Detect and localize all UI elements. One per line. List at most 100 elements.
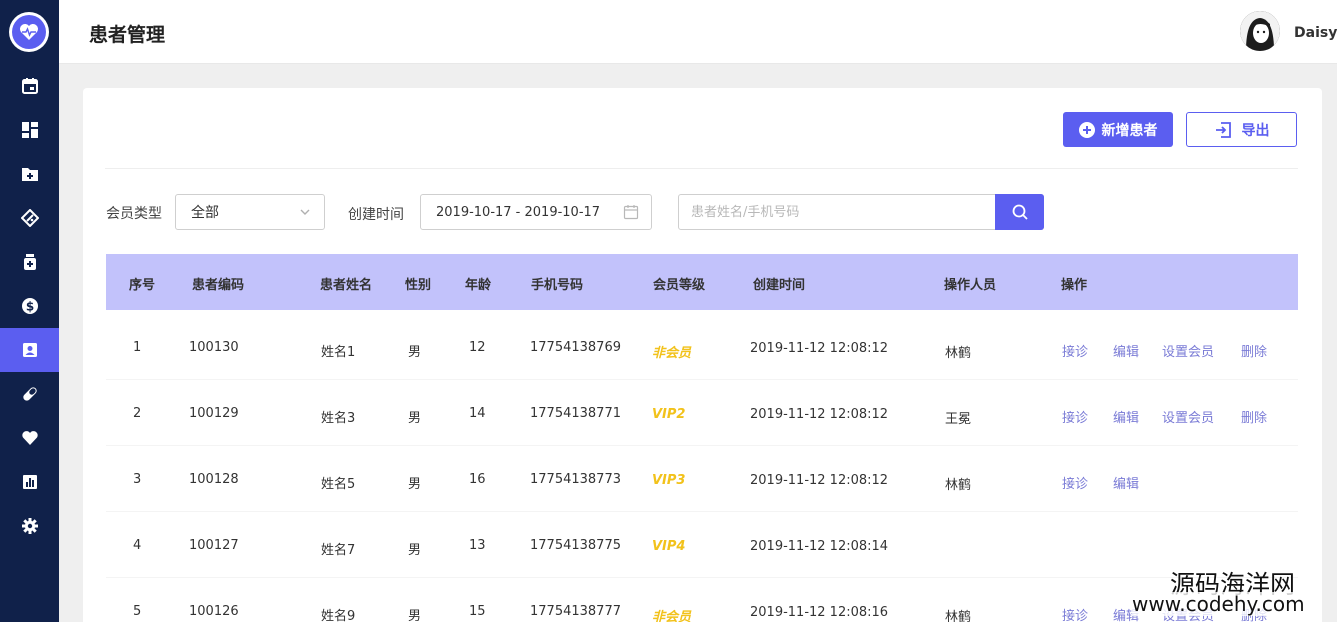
svg-text:$: $ [25, 300, 33, 314]
cell-age: 12 [469, 340, 486, 355]
sidebar-item-calendar[interactable] [0, 64, 59, 108]
watermark-url: www.codehy.com [1132, 592, 1305, 616]
table-row: 3 100128 姓名5 男 16 17754138773 VIP3 2019-… [106, 446, 1298, 512]
column-header-operator: 操作人员 [944, 278, 997, 293]
cell-phone: 17754138773 [530, 472, 621, 487]
cell-created: 2019-11-12 12:08:12 [750, 473, 889, 488]
user-avatar-icon [1240, 11, 1280, 51]
sidebar-item-tag[interactable] [0, 196, 59, 240]
cell-phone: 17754138769 [530, 340, 621, 355]
export-label: 导出 [1241, 122, 1270, 139]
divider [105, 168, 1298, 169]
cell-gender: 男 [408, 345, 422, 360]
action-set-member[interactable]: 设置会员 [1162, 341, 1214, 360]
search-icon [1012, 204, 1028, 220]
cell-operator: 林鹤 [945, 478, 972, 493]
sidebar: $ [0, 0, 59, 622]
heart-icon [21, 431, 38, 445]
avatar[interactable] [1240, 11, 1280, 51]
cell-member-level: VIP3 [652, 473, 686, 488]
search-box [678, 194, 1044, 230]
cell-code: 100129 [189, 406, 239, 421]
action-delete[interactable]: 删除 [1241, 341, 1267, 360]
action-edit[interactable]: 编辑 [1113, 341, 1139, 360]
member-type-value: 全部 [191, 205, 219, 221]
gear-icon [21, 518, 38, 534]
column-header-age: 年龄 [465, 278, 492, 293]
cell-index: 4 [133, 538, 142, 553]
page-title: 患者管理 [89, 24, 166, 46]
tag-icon [20, 209, 39, 227]
cell-gender: 男 [408, 609, 422, 622]
action-set-member[interactable]: 设置会员 [1162, 407, 1214, 426]
cell-index: 5 [133, 604, 142, 619]
cell-created: 2019-11-12 12:08:14 [750, 539, 889, 554]
cell-gender: 男 [408, 543, 422, 558]
sidebar-item-dashboard[interactable] [0, 108, 59, 152]
cell-age: 15 [469, 604, 486, 619]
search-input[interactable] [679, 195, 995, 229]
heart-pulse-logo-icon [12, 15, 46, 49]
pill-icon [22, 387, 37, 401]
sidebar-item-finance[interactable]: $ [0, 284, 59, 328]
sidebar-item-medicine[interactable] [0, 240, 59, 284]
cell-index: 1 [133, 340, 142, 355]
sidebar-item-statistics[interactable] [0, 460, 59, 504]
column-header-phone: 手机号码 [531, 278, 584, 293]
search-button[interactable] [995, 194, 1044, 230]
cell-code: 100127 [189, 538, 239, 553]
cell-code: 100128 [189, 472, 239, 487]
export-button[interactable]: 导出 [1186, 112, 1297, 147]
calendar-icon [21, 78, 38, 94]
column-header-index: 序号 [129, 278, 156, 293]
action-edit[interactable]: 编辑 [1113, 407, 1139, 426]
add-patient-label: 新增患者 [1101, 122, 1158, 139]
cell-created: 2019-11-12 12:08:12 [750, 341, 889, 356]
sidebar-item-pill[interactable] [0, 372, 59, 416]
cell-member-level: 非会员 [652, 346, 692, 361]
cell-name: 姓名5 [321, 477, 356, 492]
cell-code: 100130 [189, 340, 239, 355]
dollar-icon: $ [21, 298, 38, 314]
table-header: 序号 患者编码 患者姓名 性别 年龄 手机号码 会员等级 创建时间 操作人员 操… [106, 254, 1298, 310]
cell-created: 2019-11-12 12:08:16 [750, 605, 889, 620]
cell-member-level: VIP4 [652, 539, 686, 554]
cell-operator: 王冕 [945, 412, 972, 427]
add-patient-button[interactable]: 新增患者 [1063, 112, 1173, 147]
top-header: 患者管理 Daisy [59, 0, 1337, 64]
export-icon [1215, 121, 1231, 138]
column-header-created: 创建时间 [753, 278, 806, 293]
column-header-code: 患者编码 [192, 278, 245, 293]
sidebar-item-favorite[interactable] [0, 416, 59, 460]
action-receive[interactable]: 接诊 [1062, 605, 1088, 622]
cell-age: 16 [469, 472, 486, 487]
username[interactable]: Daisy [1294, 25, 1337, 41]
column-header-member-level: 会员等级 [653, 278, 706, 293]
sidebar-item-folder-add[interactable] [0, 152, 59, 196]
cell-phone: 17754138775 [530, 538, 621, 553]
sidebar-item-settings[interactable] [0, 504, 59, 548]
created-time-label: 创建时间 [348, 207, 404, 223]
cell-phone: 17754138771 [530, 406, 621, 421]
action-receive[interactable]: 接诊 [1062, 341, 1088, 360]
cell-member-level: VIP2 [652, 407, 686, 422]
date-range-value: 2019-10-17 - 2019-10-17 [436, 204, 601, 220]
patient-list-card: 新增患者 导出 会员类型 全部 创建时间 2019-10-17 - 2019-1… [83, 88, 1322, 622]
patient-card-icon [22, 343, 37, 357]
member-type-select[interactable]: 全部 [175, 194, 325, 230]
table-row: 5 100126 姓名9 男 15 17754138777 非会员 2019-1… [106, 578, 1298, 622]
cell-code: 100126 [189, 604, 239, 619]
table-row: 4 100127 姓名7 男 13 17754138775 VIP4 2019-… [106, 512, 1298, 578]
action-receive[interactable]: 接诊 [1062, 407, 1088, 426]
action-edit[interactable]: 编辑 [1113, 473, 1139, 492]
app-logo[interactable] [9, 12, 49, 52]
cell-index: 2 [133, 406, 142, 421]
action-delete[interactable]: 删除 [1241, 407, 1267, 426]
cell-name: 姓名9 [321, 609, 356, 622]
cell-member-level: 非会员 [652, 610, 692, 622]
date-range-picker[interactable]: 2019-10-17 - 2019-10-17 [420, 194, 652, 230]
sidebar-item-patients[interactable] [0, 328, 59, 372]
plus-circle-icon [1078, 121, 1095, 138]
cell-gender: 男 [408, 411, 422, 426]
action-receive[interactable]: 接诊 [1062, 473, 1088, 492]
